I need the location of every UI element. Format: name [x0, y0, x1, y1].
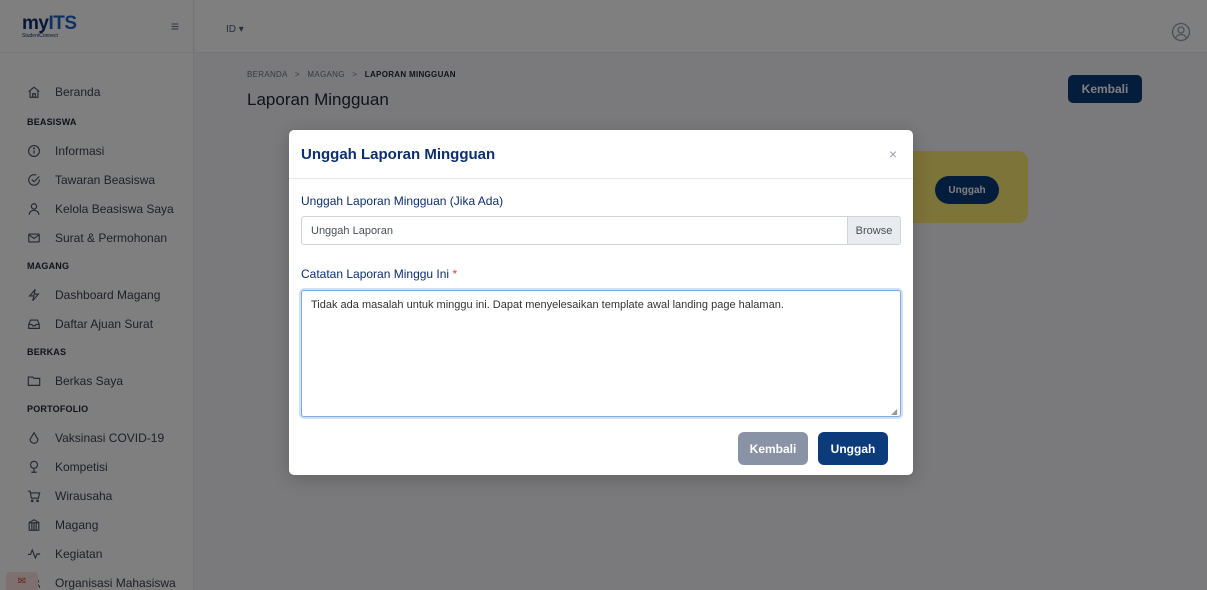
report-file-input[interactable]: Unggah Laporan Browse — [301, 216, 901, 245]
weekly-notes-textarea[interactable]: Tidak ada masalah untuk minggu ini. Dapa… — [301, 290, 901, 417]
modal-submit-button[interactable]: Unggah — [818, 432, 888, 465]
browse-button[interactable]: Browse — [847, 217, 900, 244]
close-icon[interactable]: × — [885, 146, 901, 162]
file-input-placeholder: Unggah Laporan — [311, 224, 393, 237]
modal-header: Unggah Laporan Mingguan × — [289, 130, 913, 179]
upload-report-modal: Unggah Laporan Mingguan × Unggah Laporan… — [289, 130, 913, 475]
notes-label-text: Catatan Laporan Minggu Ini — [301, 267, 450, 281]
upload-field-label: Unggah Laporan Mingguan (Jika Ada) — [301, 194, 504, 208]
modal-cancel-button[interactable]: Kembali — [738, 432, 808, 465]
modal-title: Unggah Laporan Mingguan — [301, 145, 496, 163]
required-marker: * — [452, 267, 458, 281]
modal-footer: Kembali Unggah — [289, 430, 913, 466]
notes-field-label: Catatan Laporan Minggu Ini * — [301, 267, 457, 281]
